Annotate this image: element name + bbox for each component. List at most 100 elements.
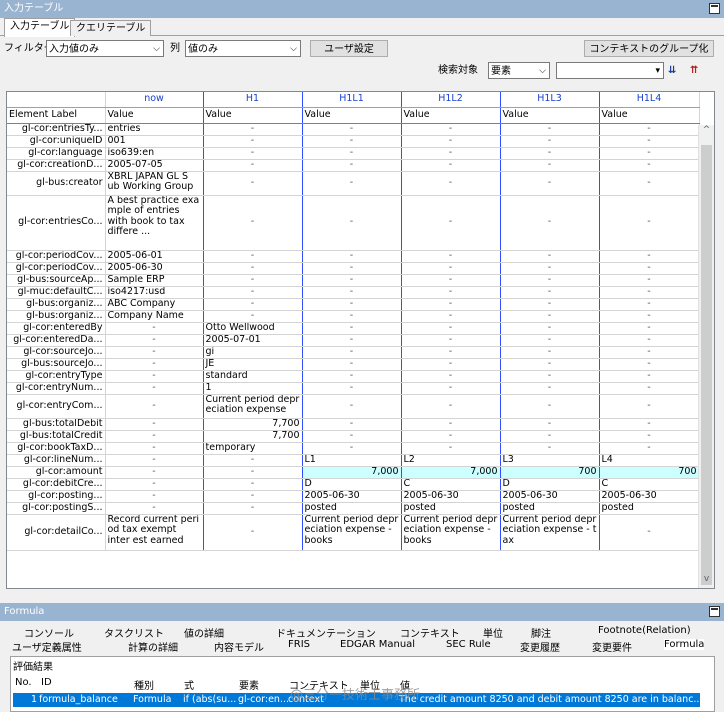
table-row[interactable]: gl-cor:periodCov... 2005-06-01- - - - - <box>7 250 700 263</box>
column-header[interactable]: H1L4 <box>599 92 700 108</box>
column-select[interactable]: 値のみ ⌵ <box>185 40 301 57</box>
table-row[interactable]: gl-cor:periodCov... 2005-06-30- - - - - <box>7 262 700 275</box>
value-cell[interactable]: - <box>105 358 204 371</box>
value-cell[interactable]: - <box>105 454 204 467</box>
element-label[interactable]: gl-cor:enteredBy <box>7 322 106 335</box>
value-cell[interactable]: - <box>302 310 402 323</box>
context-group-button[interactable]: コンテキストのグループ化 <box>584 40 714 57</box>
value-cell[interactable]: L1 <box>302 454 402 467</box>
value-cell[interactable]: - <box>500 394 600 419</box>
value-cell[interactable]: - <box>500 123 600 136</box>
value-cell[interactable]: 2005-06-30 <box>599 490 700 503</box>
value-cell[interactable]: - <box>599 394 700 419</box>
value-cell[interactable]: Company Name <box>105 310 204 323</box>
value-cell[interactable]: - <box>105 346 204 359</box>
tab-formula[interactable]: Formula <box>664 639 705 650</box>
value-cell[interactable]: standard <box>203 370 303 383</box>
value-cell[interactable]: - <box>203 274 303 287</box>
value-cell[interactable]: - <box>599 442 700 455</box>
search-input[interactable]: ▾ <box>556 62 664 79</box>
value-cell[interactable]: - <box>302 123 402 136</box>
value-cell[interactable]: Current period depr eciation expense <box>203 394 303 419</box>
value-cell[interactable]: - <box>500 370 600 383</box>
value-cell[interactable]: - <box>203 310 303 323</box>
value-cell[interactable]: - <box>302 322 402 335</box>
value-cell[interactable]: - <box>401 123 501 136</box>
table-row[interactable]: gl-bus:organiz... ABC Company - - - - - <box>7 298 700 311</box>
table-row[interactable]: gl-cor:language iso639:en - - - - - <box>7 147 700 160</box>
element-label[interactable]: gl-cor:posting... <box>7 490 106 503</box>
value-cell[interactable]: - <box>401 147 501 160</box>
value-cell[interactable]: posted <box>302 502 402 515</box>
maximize-pane-icon[interactable] <box>709 3 720 14</box>
value-cell[interactable]: - <box>401 195 501 251</box>
value-cell[interactable]: - <box>401 171 501 196</box>
value-cell[interactable]: - <box>203 502 303 515</box>
value-cell[interactable]: - <box>203 147 303 160</box>
value-cell[interactable]: - <box>401 286 501 299</box>
value-cell[interactable]: - <box>599 195 700 251</box>
table-row[interactable]: gl-cor:postingS... - - posted posted posted po… <box>7 502 700 515</box>
element-label[interactable]: gl-cor:amount <box>7 466 106 479</box>
value-cell[interactable]: 2005-06-01 <box>105 250 204 263</box>
table-row[interactable]: gl-cor:creationD... 2005-07-05- - - - - <box>7 159 700 172</box>
value-cell[interactable]: 2005-07-01 <box>203 334 303 347</box>
sort-ascending-icon[interactable]: ⇈ <box>690 62 698 79</box>
table-row[interactable]: gl-bus:sourceJo... - JE - - - - <box>7 358 700 371</box>
value-cell[interactable]: iso639:en <box>105 147 204 160</box>
value-cell[interactable]: Sample ERP <box>105 274 204 287</box>
value-cell[interactable]: - <box>500 286 600 299</box>
tab-input-table[interactable]: 入力テーブル <box>4 18 76 37</box>
value-cell[interactable]: - <box>203 454 303 467</box>
element-label[interactable]: gl-cor:enteredDa... <box>7 334 106 347</box>
value-cell[interactable]: - <box>599 382 700 395</box>
value-cell[interactable]: - <box>105 478 204 491</box>
table-row[interactable]: gl-muc:defaultC... iso4217:usd - - - - - <box>7 286 700 299</box>
value-cell[interactable]: - <box>105 382 204 395</box>
value-cell[interactable]: - <box>599 147 700 160</box>
value-cell[interactable]: Otto Wellwood <box>203 322 303 335</box>
value-cell[interactable]: - <box>401 298 501 311</box>
element-label[interactable]: gl-bus:sourceAp... <box>7 274 106 287</box>
tab-content-model[interactable]: 内容モデル <box>214 639 264 654</box>
table-row[interactable]: gl-cor:detailCo... Record current peri od… <box>7 514 700 551</box>
element-label[interactable]: gl-cor:lineNum... <box>7 454 106 467</box>
element-label[interactable]: gl-cor:bookTaxD... <box>7 442 106 455</box>
value-cell[interactable]: - <box>401 310 501 323</box>
value-cell[interactable]: 700 <box>500 466 600 479</box>
element-label[interactable]: gl-muc:defaultC... <box>7 286 106 299</box>
value-cell[interactable]: - <box>302 195 402 251</box>
tab-change-history[interactable]: 変更履歴 <box>520 639 560 654</box>
value-cell[interactable]: - <box>302 262 402 275</box>
column-header[interactable]: H1 <box>203 92 303 108</box>
value-cell[interactable]: - <box>401 418 501 431</box>
value-cell[interactable]: - <box>599 310 700 323</box>
element-label[interactable]: gl-cor:entryCom... <box>7 394 106 419</box>
value-cell[interactable]: - <box>500 195 600 251</box>
element-label[interactable]: gl-cor:debitCre... <box>7 478 106 491</box>
value-cell[interactable]: - <box>599 514 700 551</box>
table-row[interactable]: gl-cor:entriesTy... entries - - - - - <box>7 123 700 136</box>
tab-console[interactable]: コンソール <box>24 625 74 640</box>
value-cell[interactable]: - <box>401 430 501 443</box>
table-row[interactable]: gl-cor:posting... - -2005-06-30 2005-06-30 2… <box>7 490 700 503</box>
value-cell[interactable]: C <box>599 478 700 491</box>
element-label[interactable]: gl-cor:creationD... <box>7 159 106 172</box>
value-cell[interactable]: - <box>302 442 402 455</box>
tab-footnote[interactable]: 脚注 <box>531 625 551 640</box>
element-label[interactable]: gl-cor:periodCov... <box>7 250 106 263</box>
table-row[interactable]: gl-cor:debitCre... - - D C D C <box>7 478 700 491</box>
value-cell[interactable]: L3 <box>500 454 600 467</box>
element-label[interactable]: gl-bus:sourceJo... <box>7 358 106 371</box>
element-label[interactable]: gl-bus:totalCredit <box>7 430 106 443</box>
value-cell[interactable]: Current period depr eciation expense - b… <box>302 514 402 551</box>
value-cell[interactable]: - <box>203 250 303 263</box>
element-label[interactable]: gl-cor:detailCo... <box>7 514 106 551</box>
value-cell[interactable]: - <box>105 418 204 431</box>
value-cell[interactable]: - <box>500 147 600 160</box>
value-cell[interactable]: 2005-06-30 <box>500 490 600 503</box>
value-cell[interactable]: A best practice exa mple of entries with… <box>105 195 204 251</box>
table-row[interactable]: gl-bus:organiz... Company Name - - - - - <box>7 310 700 323</box>
value-cell[interactable]: D <box>302 478 402 491</box>
value-cell[interactable]: - <box>203 490 303 503</box>
